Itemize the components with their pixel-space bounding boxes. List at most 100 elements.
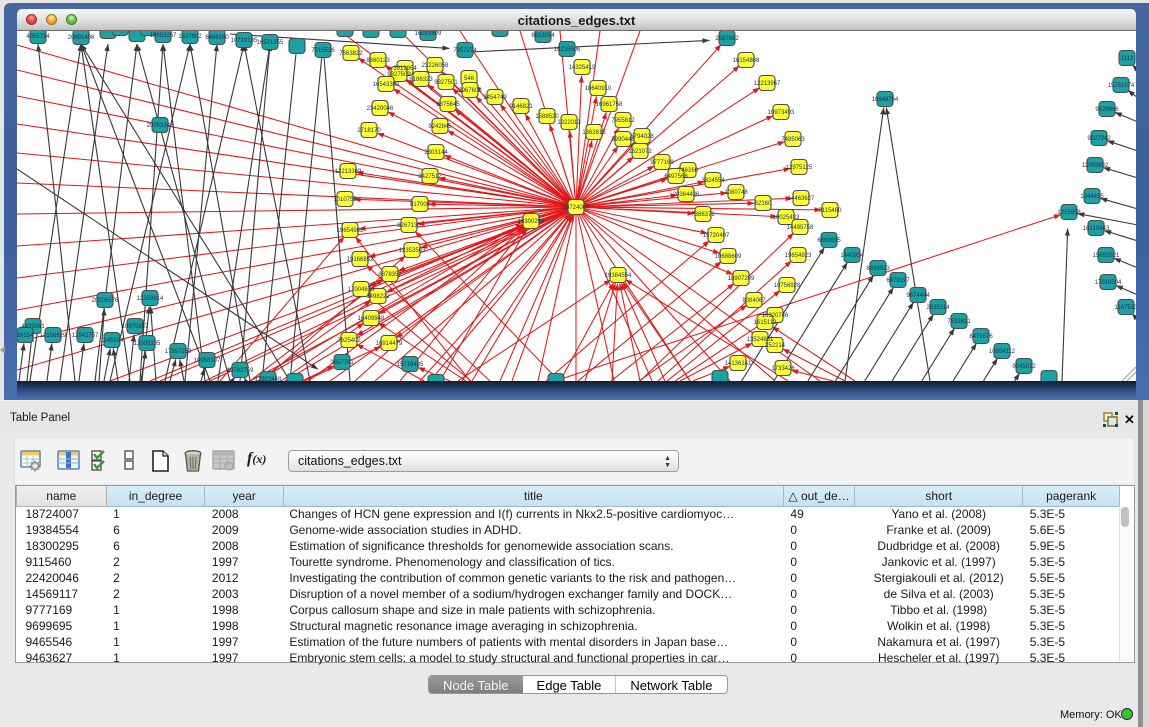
svg-text:16210643: 16210643 <box>1083 226 1110 232</box>
svg-text:4055724: 4055724 <box>26 34 50 40</box>
svg-text:19166852: 19166852 <box>347 257 374 263</box>
svg-text:9327509: 9327509 <box>387 72 411 78</box>
svg-text:15720407: 15720407 <box>703 233 730 239</box>
svg-text:1362615: 1362615 <box>582 130 606 136</box>
svg-text:9227342: 9227342 <box>1087 136 1111 142</box>
svg-text:8813054: 8813054 <box>531 33 555 39</box>
svg-text:12156829: 12156829 <box>40 333 67 339</box>
svg-text:17957253: 17957253 <box>165 349 192 355</box>
svg-text:4835061: 4835061 <box>21 324 45 330</box>
svg-text:15692921: 15692921 <box>1093 253 1120 259</box>
svg-text:1244415: 1244415 <box>1080 194 1104 200</box>
svg-text:7515526: 7515526 <box>311 48 335 54</box>
svg-text:8267130: 8267130 <box>397 223 421 229</box>
svg-text:20053346: 20053346 <box>147 123 174 129</box>
svg-text:23226058: 23226058 <box>422 63 449 69</box>
svg-text:1733426: 1733426 <box>771 366 795 372</box>
svg-text:12505135: 12505135 <box>134 341 161 347</box>
svg-text:12213967: 12213967 <box>754 81 781 87</box>
svg-text:9329966: 9329966 <box>1095 107 1119 113</box>
svg-text:19218506: 19218506 <box>554 47 581 53</box>
svg-text:15716485: 15716485 <box>397 362 424 368</box>
svg-text:12213369: 12213369 <box>335 169 362 175</box>
svg-text:10025433: 10025433 <box>773 215 800 221</box>
svg-text:8427512: 8427512 <box>418 174 442 180</box>
svg-text:19654982: 19654982 <box>337 228 364 234</box>
svg-text:10719135: 10719135 <box>231 38 258 44</box>
svg-text:12942757: 12942757 <box>72 333 99 339</box>
svg-text:8186323: 8186323 <box>409 77 433 83</box>
svg-text:7625402: 7625402 <box>337 338 361 344</box>
svg-text:15751074: 15751074 <box>1108 83 1135 89</box>
svg-text:9084067: 9084067 <box>742 298 766 304</box>
svg-text:9242845: 9242845 <box>428 124 452 130</box>
svg-text:6794028: 6794028 <box>630 134 654 140</box>
svg-text:8878352: 8878352 <box>378 272 402 278</box>
svg-text:16154808: 16154808 <box>733 58 760 64</box>
svg-text:10782759: 10782759 <box>227 368 254 374</box>
svg-text:16648764: 16648764 <box>872 97 899 103</box>
svg-text:3454749: 3454749 <box>483 95 507 101</box>
svg-text:6879197: 6879197 <box>886 278 910 284</box>
svg-text:8938923: 8938923 <box>866 266 890 272</box>
svg-text:62160: 62160 <box>755 201 772 207</box>
svg-text:9115460: 9115460 <box>819 208 843 214</box>
svg-text:10975857: 10975857 <box>122 324 149 330</box>
svg-text:7955812: 7955812 <box>611 118 635 124</box>
svg-text:252214: 252214 <box>765 343 786 349</box>
svg-text:20206576: 20206576 <box>92 298 119 304</box>
svg-text:1080748: 1080748 <box>724 190 748 196</box>
svg-text:17004678: 17004678 <box>348 287 375 293</box>
svg-text:12923448: 12923448 <box>255 377 282 383</box>
svg-text:12359914: 12359914 <box>137 296 164 302</box>
svg-text:16571355: 16571355 <box>257 40 284 46</box>
svg-text:2718170: 2718170 <box>357 128 381 134</box>
svg-text:9674444: 9674444 <box>906 293 930 299</box>
svg-text:8471676: 8471676 <box>969 334 993 340</box>
svg-text:18907209: 18907209 <box>728 276 755 282</box>
svg-text:39154: 39154 <box>17 333 34 339</box>
svg-text:6466160: 6466160 <box>205 35 229 41</box>
svg-text:1167533: 1167533 <box>1115 305 1139 311</box>
svg-text:3875645: 3875645 <box>436 102 460 108</box>
svg-text:14136141: 14136141 <box>725 361 752 367</box>
svg-text:14495758: 14495758 <box>787 225 814 231</box>
svg-text:16033809: 16033809 <box>415 31 442 37</box>
svg-text:9327501: 9327501 <box>434 80 458 86</box>
svg-text:1440954: 1440954 <box>840 253 864 259</box>
svg-text:817006: 817006 <box>410 202 431 208</box>
svg-text:1498222: 1498222 <box>366 294 390 300</box>
svg-text:18640910: 18640910 <box>585 86 612 92</box>
svg-text:7485063: 7485063 <box>781 137 805 143</box>
svg-text:1215958: 1215958 <box>1057 210 1081 216</box>
svg-text:16409948: 16409948 <box>358 316 385 322</box>
svg-text:12975125: 12975125 <box>786 165 813 171</box>
svg-text:1327602: 1327602 <box>178 34 202 40</box>
svg-text:9146821: 9146821 <box>509 104 533 110</box>
svg-text:10654112: 10654112 <box>989 349 1016 355</box>
svg-text:8660123: 8660123 <box>366 58 390 64</box>
svg-text:6699695: 6699695 <box>817 238 841 244</box>
svg-text:6497568: 6497568 <box>664 174 688 180</box>
svg-text:23420046: 23420046 <box>367 106 394 112</box>
svg-text:2687682: 2687682 <box>715 36 739 42</box>
svg-text:19384554: 19384554 <box>605 273 632 279</box>
svg-text:1621072: 1621072 <box>628 149 652 155</box>
svg-text:18300295: 18300295 <box>518 219 545 225</box>
svg-text:1145194: 1145194 <box>101 338 125 344</box>
svg-text:1010755: 1010755 <box>333 197 357 203</box>
svg-text:10973493: 10973493 <box>768 110 795 116</box>
svg-text:16320746: 16320746 <box>762 313 789 319</box>
svg-text:2967608: 2967608 <box>458 88 482 94</box>
svg-text:10653267: 10653267 <box>150 33 177 39</box>
svg-text:7632621: 7632621 <box>947 319 971 325</box>
svg-text:10958107: 10958107 <box>194 358 221 364</box>
svg-text:10688609: 10688609 <box>715 254 742 260</box>
svg-text:7386372: 7386372 <box>691 212 715 218</box>
svg-text:546: 546 <box>464 76 475 82</box>
svg-text:2935114: 2935114 <box>927 305 951 311</box>
svg-text:16543382: 16543382 <box>373 82 400 88</box>
svg-text:12353503: 12353503 <box>399 248 426 254</box>
svg-text:7663822: 7663822 <box>339 51 363 57</box>
svg-text:20691406: 20691406 <box>68 35 95 41</box>
